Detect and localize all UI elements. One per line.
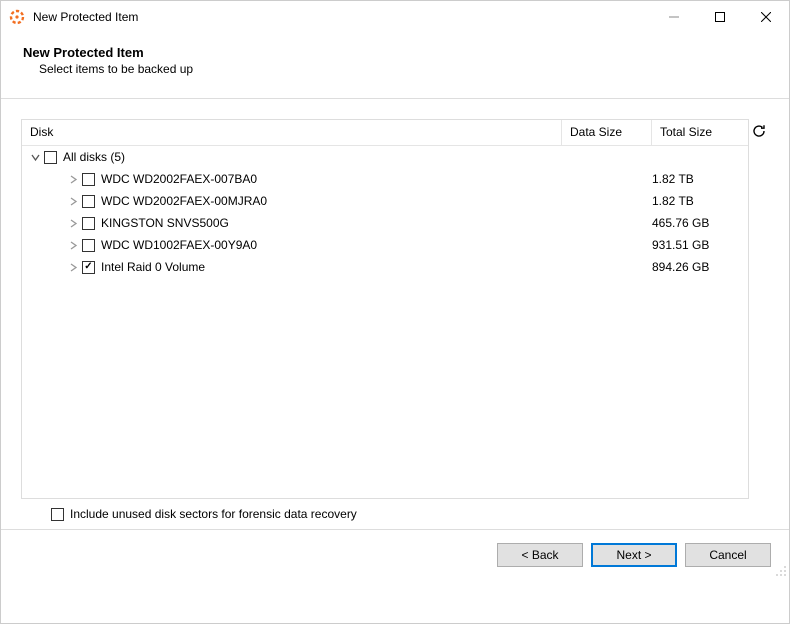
back-button[interactable]: < Back xyxy=(497,543,583,567)
disk-label: Intel Raid 0 Volume xyxy=(101,260,205,274)
disk-label: KINGSTON SNVS500G xyxy=(101,216,229,230)
table-row-4[interactable]: Intel Raid 0 Volume 894.26 GB xyxy=(22,256,748,278)
table-header: Disk Data Size Total Size xyxy=(22,120,748,146)
resize-grip-icon[interactable] xyxy=(775,565,787,577)
total-size-cell: 465.76 GB xyxy=(644,216,740,230)
wizard-footer: < Back Next > Cancel xyxy=(1,529,789,579)
content-area: Disk Data Size Total Size All disks (5) … xyxy=(1,99,789,529)
table-row-2[interactable]: KINGSTON SNVS500G 465.76 GB xyxy=(22,212,748,234)
row-checkbox[interactable] xyxy=(82,239,95,252)
page-subtitle: Select items to be backed up xyxy=(39,62,769,76)
expander-icon[interactable] xyxy=(66,260,80,274)
window-title: New Protected Item xyxy=(33,10,138,24)
refresh-button[interactable] xyxy=(747,119,771,143)
expander-icon[interactable] xyxy=(66,194,80,208)
expander-icon[interactable] xyxy=(66,172,80,186)
total-size-cell: 894.26 GB xyxy=(644,260,740,274)
expander-icon[interactable] xyxy=(66,238,80,252)
disk-label: All disks (5) xyxy=(63,150,125,164)
app-icon xyxy=(9,9,25,25)
disk-label: WDC WD1002FAEX-00Y9A0 xyxy=(101,238,257,252)
table-body: All disks (5) WDC WD2002FAEX-007BA0 1.82… xyxy=(22,146,748,498)
table-row-root[interactable]: All disks (5) xyxy=(22,146,748,168)
include-unused-option[interactable]: Include unused disk sectors for forensic… xyxy=(21,499,749,531)
page-title: New Protected Item xyxy=(23,45,769,60)
row-checkbox[interactable] xyxy=(82,217,95,230)
expander-icon[interactable] xyxy=(66,216,80,230)
table-row-1[interactable]: WDC WD2002FAEX-00MJRA0 1.82 TB xyxy=(22,190,748,212)
row-checkbox[interactable] xyxy=(82,261,95,274)
maximize-button[interactable] xyxy=(697,1,743,33)
window-controls xyxy=(651,1,789,33)
include-unused-checkbox[interactable] xyxy=(51,508,64,521)
total-size-cell: 1.82 TB xyxy=(644,172,740,186)
col-total-size[interactable]: Total Size xyxy=(652,120,748,146)
row-checkbox[interactable] xyxy=(44,151,57,164)
titlebar: New Protected Item xyxy=(1,1,789,33)
minimize-button[interactable] xyxy=(651,1,697,33)
next-button[interactable]: Next > xyxy=(591,543,677,567)
disk-label: WDC WD2002FAEX-00MJRA0 xyxy=(101,194,267,208)
row-checkbox[interactable] xyxy=(82,195,95,208)
expander-icon[interactable] xyxy=(28,150,42,164)
total-size-cell: 1.82 TB xyxy=(644,194,740,208)
col-data-size[interactable]: Data Size xyxy=(562,120,652,146)
disk-label: WDC WD2002FAEX-007BA0 xyxy=(101,172,257,186)
close-button[interactable] xyxy=(743,1,789,33)
wizard-header: New Protected Item Select items to be ba… xyxy=(1,33,789,99)
table-row-3[interactable]: WDC WD1002FAEX-00Y9A0 931.51 GB xyxy=(22,234,748,256)
table-row-0[interactable]: WDC WD2002FAEX-007BA0 1.82 TB xyxy=(22,168,748,190)
disk-table: Disk Data Size Total Size All disks (5) … xyxy=(21,119,749,499)
total-size-cell: 931.51 GB xyxy=(644,238,740,252)
include-unused-label: Include unused disk sectors for forensic… xyxy=(70,507,357,521)
cancel-button[interactable]: Cancel xyxy=(685,543,771,567)
row-checkbox[interactable] xyxy=(82,173,95,186)
col-disk[interactable]: Disk xyxy=(22,120,562,146)
